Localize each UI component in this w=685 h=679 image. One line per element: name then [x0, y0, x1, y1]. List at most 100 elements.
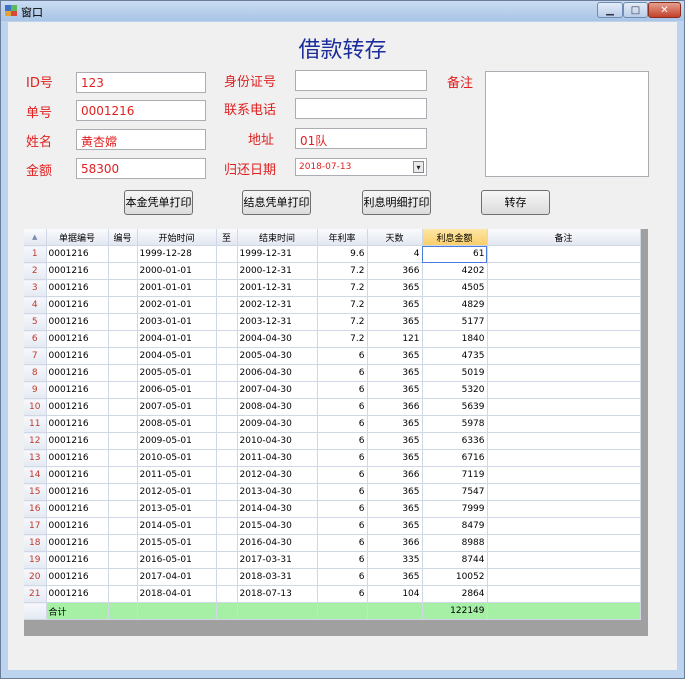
row-header[interactable]: 4	[24, 296, 47, 314]
cell-code[interactable]	[108, 262, 138, 280]
cell-interest[interactable]: 5978	[422, 415, 488, 433]
cell-interest[interactable]: 5019	[422, 364, 488, 382]
cell-notes[interactable]	[487, 551, 641, 569]
cell-notes[interactable]	[487, 313, 641, 331]
cell-to[interactable]	[216, 517, 238, 535]
cell-annual-rate[interactable]: 6	[317, 415, 368, 433]
cell-start-date[interactable]: 2004-01-01	[137, 330, 217, 348]
row-header[interactable]: 7	[24, 347, 47, 365]
cell-to[interactable]	[216, 296, 238, 314]
cell-code[interactable]	[108, 517, 138, 535]
cell-end-date[interactable]: 2015-04-30	[237, 517, 318, 535]
table-row[interactable]: 18 0001216 2015-05-01 2016-04-30 6 366 8988	[24, 534, 641, 552]
cell-annual-rate[interactable]: 6	[317, 364, 368, 382]
cell-annual-rate[interactable]: 6	[317, 381, 368, 399]
title-bar[interactable]: 窗口 ▁ □ ✕	[1, 1, 684, 21]
print-interest-detail-button[interactable]: 利息明细打印	[362, 190, 431, 215]
cell-interest[interactable]: 5320	[422, 381, 488, 399]
table-row[interactable]: 21 0001216 2018-04-01 2018-07-13 6 104 2864	[24, 585, 641, 603]
cell-start-date[interactable]: 1999-12-28	[137, 245, 217, 263]
cell-end-date[interactable]: 2006-04-30	[237, 364, 318, 382]
cell-to[interactable]	[216, 313, 238, 331]
cell-annual-rate[interactable]: 7.2	[317, 330, 368, 348]
return-date-picker[interactable]: 2018-07-13 ▾	[295, 158, 427, 176]
cell-annual-rate[interactable]: 6	[317, 551, 368, 569]
cell-start-date[interactable]: 2011-05-01	[137, 466, 217, 484]
cell-end-date[interactable]: 2018-07-13	[237, 585, 318, 603]
cell-end-date[interactable]: 2018-03-31	[237, 568, 318, 586]
cell-notes[interactable]	[487, 245, 641, 263]
table-row[interactable]: 20 0001216 2017-04-01 2018-03-31 6 365 10052	[24, 568, 641, 586]
row-header[interactable]: 9	[24, 381, 47, 399]
table-row[interactable]: 16 0001216 2013-05-01 2014-04-30 6 365 7999	[24, 500, 641, 518]
cell-bill-no[interactable]: 0001216	[46, 568, 109, 586]
table-row[interactable]: 15 0001216 2012-05-01 2013-04-30 6 365 7547	[24, 483, 641, 501]
row-header[interactable]: 13	[24, 449, 47, 467]
row-header[interactable]: 8	[24, 364, 47, 382]
cell-notes[interactable]	[487, 398, 641, 416]
cell-bill-no[interactable]: 0001216	[46, 398, 109, 416]
table-row[interactable]: 14 0001216 2011-05-01 2012-04-30 6 366 7119	[24, 466, 641, 484]
cell-bill-no[interactable]: 0001216	[46, 347, 109, 365]
cell-end-date[interactable]: 2001-12-31	[237, 279, 318, 297]
cell-notes[interactable]	[487, 432, 641, 450]
cell-end-date[interactable]: 2004-04-30	[237, 330, 318, 348]
cell-days[interactable]: 366	[367, 534, 423, 552]
row-header[interactable]: 21	[24, 585, 47, 603]
table-row[interactable]: 11 0001216 2008-05-01 2009-04-30 6 365 5978	[24, 415, 641, 433]
cell-days[interactable]: 366	[367, 398, 423, 416]
cell-bill-no[interactable]: 0001216	[46, 279, 109, 297]
table-row[interactable]: 7 0001216 2004-05-01 2005-04-30 6 365 4735	[24, 347, 641, 365]
cell-to[interactable]	[216, 381, 238, 399]
row-header[interactable]: 20	[24, 568, 47, 586]
table-row[interactable]: 8 0001216 2005-05-01 2006-04-30 6 365 5019	[24, 364, 641, 382]
maximize-button[interactable]: □	[623, 2, 648, 18]
cell-bill-no[interactable]: 0001216	[46, 551, 109, 569]
column-header-to[interactable]: 至	[216, 229, 238, 246]
amount-field[interactable]: 58300	[76, 158, 206, 179]
row-header[interactable]: 1	[24, 245, 47, 263]
cell-interest[interactable]: 8479	[422, 517, 488, 535]
cell-end-date[interactable]: 2017-03-31	[237, 551, 318, 569]
cell-start-date[interactable]: 2017-04-01	[137, 568, 217, 586]
cell-annual-rate[interactable]: 6	[317, 483, 368, 501]
chevron-down-icon[interactable]: ▾	[413, 161, 424, 173]
cell-to[interactable]	[216, 483, 238, 501]
cell-notes[interactable]	[487, 262, 641, 280]
cell-start-date[interactable]: 2013-05-01	[137, 500, 217, 518]
cell-end-date[interactable]: 2010-04-30	[237, 432, 318, 450]
cell-days[interactable]: 4	[367, 245, 423, 263]
print-settlement-button[interactable]: 结息凭单打印	[242, 190, 311, 215]
cell-bill-no[interactable]: 0001216	[46, 381, 109, 399]
cell-interest[interactable]: 6716	[422, 449, 488, 467]
cell-interest[interactable]: 2864	[422, 585, 488, 603]
cell-days[interactable]: 366	[367, 262, 423, 280]
cell-bill-no[interactable]: 0001216	[46, 585, 109, 603]
cell-end-date[interactable]: 2016-04-30	[237, 534, 318, 552]
row-header[interactable]: 11	[24, 415, 47, 433]
table-row[interactable]: 12 0001216 2009-05-01 2010-04-30 6 365 6336	[24, 432, 641, 450]
cell-days[interactable]: 104	[367, 585, 423, 603]
notes-textarea[interactable]	[485, 71, 649, 177]
cell-notes[interactable]	[487, 296, 641, 314]
cell-to[interactable]	[216, 585, 238, 603]
cell-start-date[interactable]: 2016-05-01	[137, 551, 217, 569]
cell-bill-no[interactable]: 0001216	[46, 483, 109, 501]
cell-code[interactable]	[108, 534, 138, 552]
cell-start-date[interactable]: 2012-05-01	[137, 483, 217, 501]
row-header[interactable]: 2	[24, 262, 47, 280]
cell-code[interactable]	[108, 483, 138, 501]
row-header[interactable]: 18	[24, 534, 47, 552]
cell-code[interactable]	[108, 568, 138, 586]
cell-end-date[interactable]: 2007-04-30	[237, 381, 318, 399]
row-header[interactable]: 16	[24, 500, 47, 518]
cell-days[interactable]: 365	[367, 517, 423, 535]
row-header[interactable]: 10	[24, 398, 47, 416]
cell-code[interactable]	[108, 500, 138, 518]
cell-notes[interactable]	[487, 279, 641, 297]
cell-days[interactable]: 365	[367, 364, 423, 382]
id-card-field[interactable]	[295, 70, 427, 91]
cell-end-date[interactable]: 2003-12-31	[237, 313, 318, 331]
cell-code[interactable]	[108, 330, 138, 348]
cell-notes[interactable]	[487, 483, 641, 501]
